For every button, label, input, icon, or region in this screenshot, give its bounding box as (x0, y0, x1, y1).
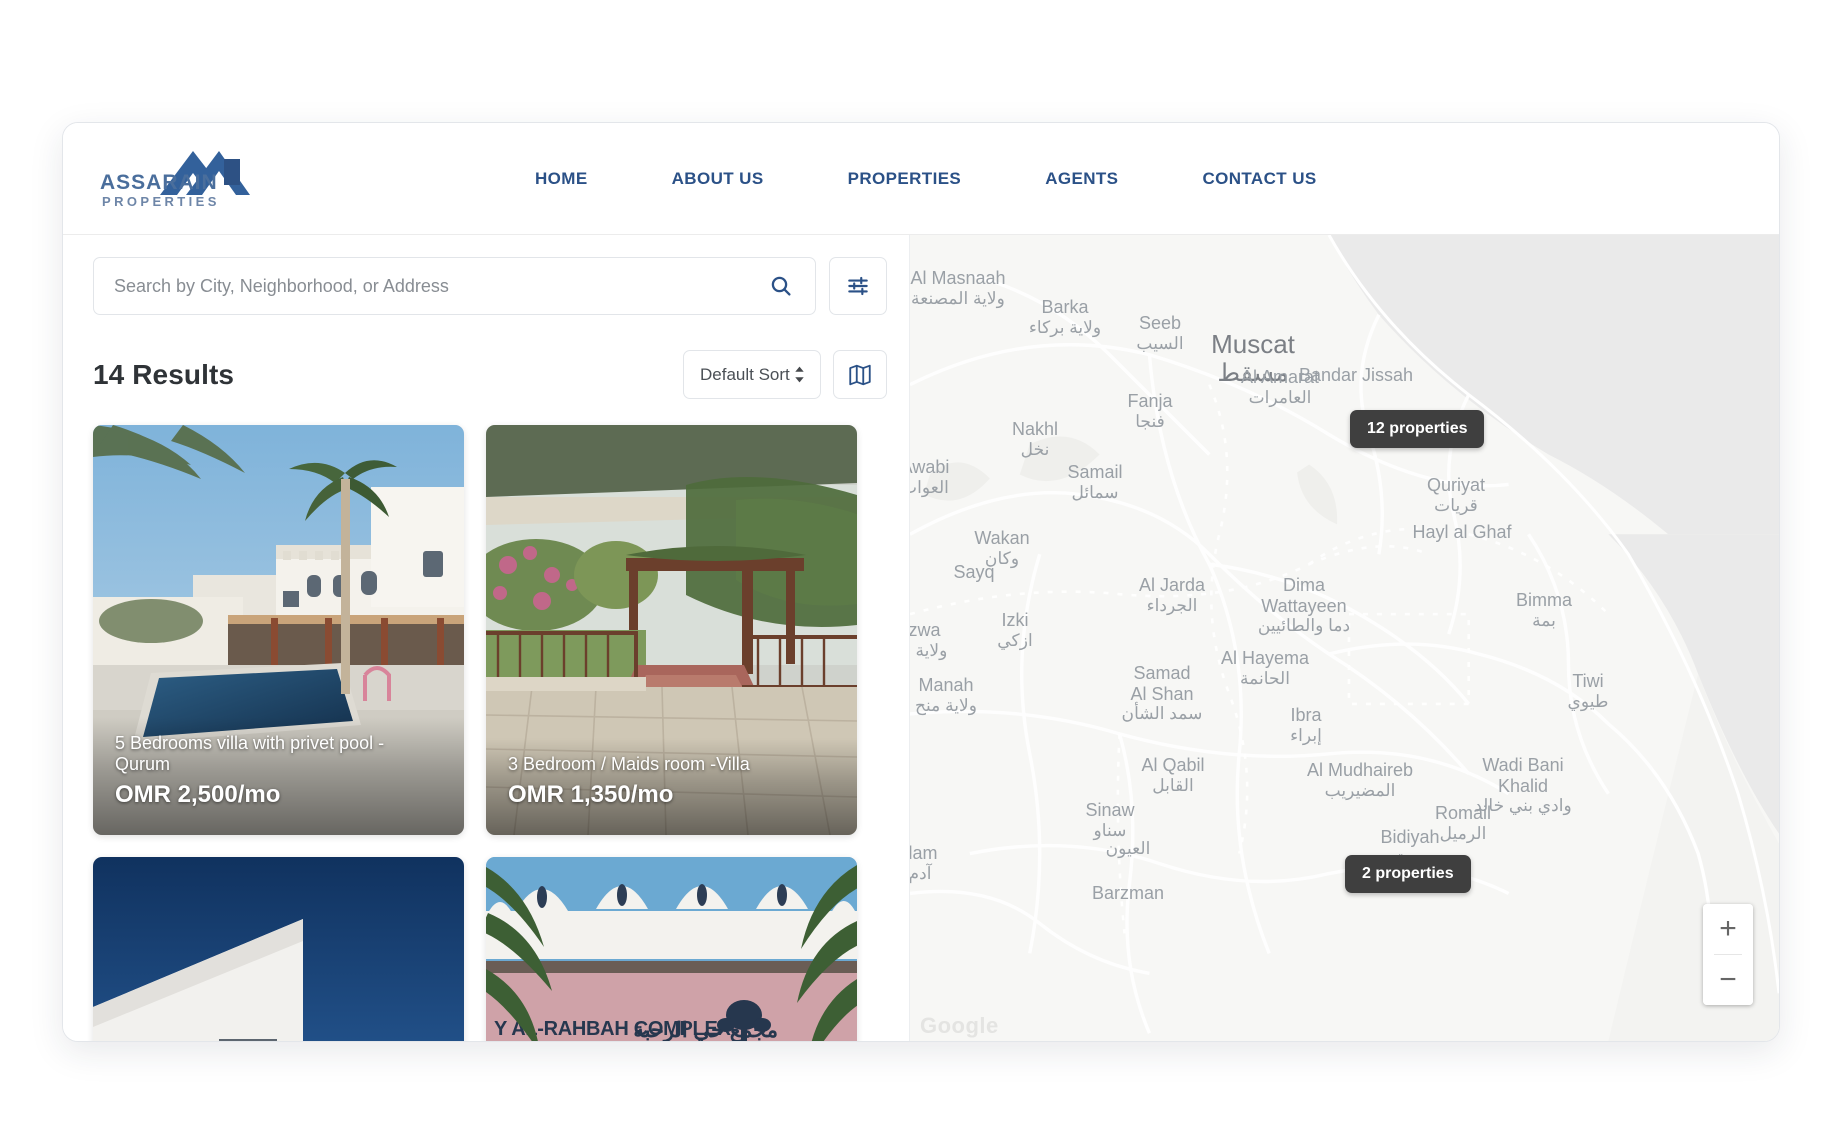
property-title: 3 Bedroom / Maids room -Villa (508, 754, 835, 776)
results-row: 14 Results Default Sort (93, 350, 887, 399)
property-card[interactable]: 5 Bedrooms villa with privet pool - Quru… (93, 425, 464, 835)
map-canvas[interactable] (910, 235, 1779, 1041)
property-price: OMR 1,350/mo (508, 781, 835, 809)
map-view-toggle-button[interactable] (833, 350, 887, 399)
search-input[interactable] (114, 276, 764, 297)
brand-name: ASSARAIN (100, 171, 218, 194)
property-cards-grid: 5 Bedrooms villa with privet pool - Quru… (93, 425, 887, 1042)
nav-item-properties[interactable]: PROPERTIES (806, 169, 1004, 189)
property-card-caption: 3 Bedroom / Maids room -Villa OMR 1,350/… (486, 738, 857, 835)
modern-white-building-photo (93, 857, 464, 1042)
al-rahbah-complex-photo: Y AL-RAHBAH COMPLEX مجمع حي الرحبة (486, 857, 857, 1042)
search-row (93, 257, 887, 315)
sort-select-value: Default Sort (700, 365, 790, 385)
map-panel[interactable]: Google Al Masnaahولاية المصنعةBarkaولاية… (909, 235, 1779, 1042)
brand-subtitle: PROPERTIES (102, 194, 220, 209)
property-card[interactable]: 3 Bedroom / Maids room -Villa OMR 1,350/… (486, 425, 857, 835)
property-card[interactable]: Y AL-RAHBAH COMPLEX مجمع حي الرحبة (486, 857, 857, 1042)
map-zoom-controls: + − (1703, 904, 1753, 1005)
property-card[interactable] (93, 857, 464, 1042)
property-title: 5 Bedrooms villa with privet pool - Quru… (115, 733, 442, 776)
search-box[interactable] (93, 257, 816, 315)
content-area: 14 Results Default Sort (63, 235, 1779, 1042)
property-card-caption: 5 Bedrooms villa with privet pool - Quru… (93, 717, 464, 835)
site-header: ASSARAIN PROPERTIES HOME ABOUT US PROPER… (63, 123, 1779, 235)
sort-select[interactable]: Default Sort (683, 350, 821, 399)
map-fold-icon (847, 362, 873, 388)
results-count: 14 Results (93, 359, 234, 391)
roof-peaks-logo-icon: ASSARAIN PROPERTIES (98, 137, 298, 221)
listings-panel: 14 Results Default Sort (63, 235, 909, 1042)
signboard-arabic-text: مجمع حي الرحبة (633, 1019, 778, 1042)
search-icon[interactable] (764, 269, 798, 303)
zoom-in-button[interactable]: + (1703, 904, 1753, 954)
main-navigation: HOME ABOUT US PROPERTIES AGENTS CONTACT … (493, 123, 1359, 235)
nav-item-home[interactable]: HOME (493, 169, 630, 189)
nav-item-contact-us[interactable]: CONTACT US (1160, 169, 1358, 189)
map-cluster-pill[interactable]: 12 properties (1350, 410, 1484, 448)
browser-window: ASSARAIN PROPERTIES HOME ABOUT US PROPER… (62, 122, 1780, 1042)
filter-button[interactable] (829, 257, 887, 315)
sliders-filter-icon (845, 273, 871, 299)
map-attribution: Google (920, 1013, 999, 1039)
results-tools: Default Sort (683, 350, 887, 399)
updown-chevrons-icon (793, 365, 806, 384)
zoom-out-button[interactable]: − (1703, 955, 1753, 1005)
property-price: OMR 2,500/mo (115, 781, 442, 809)
map-cluster-pill[interactable]: 2 properties (1345, 855, 1471, 893)
brand-logo[interactable]: ASSARAIN PROPERTIES (98, 137, 298, 221)
nav-item-agents[interactable]: AGENTS (1003, 169, 1160, 189)
nav-item-about-us[interactable]: ABOUT US (630, 169, 806, 189)
